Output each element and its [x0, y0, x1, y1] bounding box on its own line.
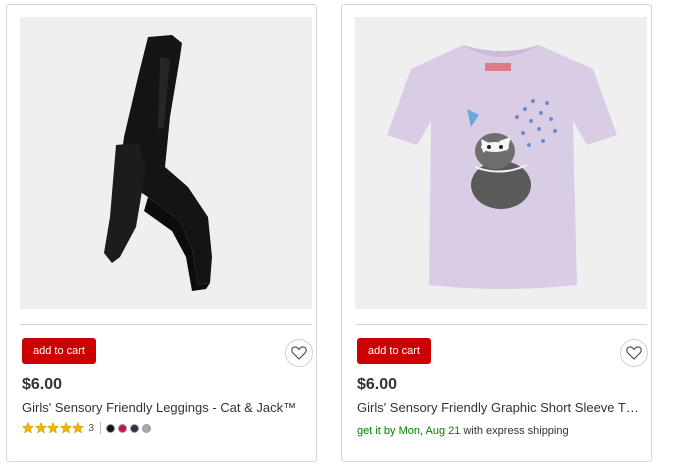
tshirt-image [387, 45, 617, 289]
product-image-tshirt[interactable] [355, 17, 647, 309]
favorite-button[interactable] [620, 339, 648, 367]
divider [20, 324, 312, 325]
shipping-prefix: get it by [357, 425, 396, 437]
star-icon [72, 422, 84, 434]
product-title[interactable]: Girls' Sensory Friendly Graphic Short Sl… [357, 400, 647, 415]
star-icon [47, 422, 59, 434]
review-count[interactable]: 3 [89, 423, 95, 434]
product-image-leggings[interactable] [20, 17, 312, 309]
add-to-cart-button[interactable]: add to cart [357, 338, 431, 364]
product-price: $6.00 [22, 376, 63, 393]
product-card[interactable]: add to cart $6.00 Girls' Sensory Friendl… [341, 4, 652, 462]
divider [355, 324, 647, 325]
color-swatch[interactable] [130, 423, 140, 433]
star-icon [34, 422, 47, 434]
star-icon [22, 422, 34, 434]
heart-outline-icon [626, 346, 642, 360]
favorite-button[interactable] [285, 339, 313, 367]
star-icon [59, 422, 72, 434]
shipping-info: get it by Mon, Aug 21 with express shipp… [357, 425, 569, 437]
shipping-suffix: with express shipping [463, 425, 569, 437]
add-to-cart-button[interactable]: add to cart [22, 338, 96, 364]
meta-separator [100, 422, 102, 434]
product-price: $6.00 [357, 376, 398, 393]
leggings-image [104, 35, 212, 291]
shipping-date: Mon, Aug 21 [398, 425, 461, 437]
product-card[interactable]: add to cart $6.00 Girls' Sensory Friendl… [6, 4, 317, 462]
rating-stars [22, 422, 85, 434]
product-meta-row: 3 [22, 421, 154, 435]
color-swatch[interactable] [118, 423, 128, 433]
color-swatch[interactable] [142, 423, 152, 433]
color-swatch[interactable] [106, 423, 116, 433]
heart-outline-icon [291, 346, 307, 360]
product-title[interactable]: Girls' Sensory Friendly Leggings - Cat &… [22, 400, 312, 415]
